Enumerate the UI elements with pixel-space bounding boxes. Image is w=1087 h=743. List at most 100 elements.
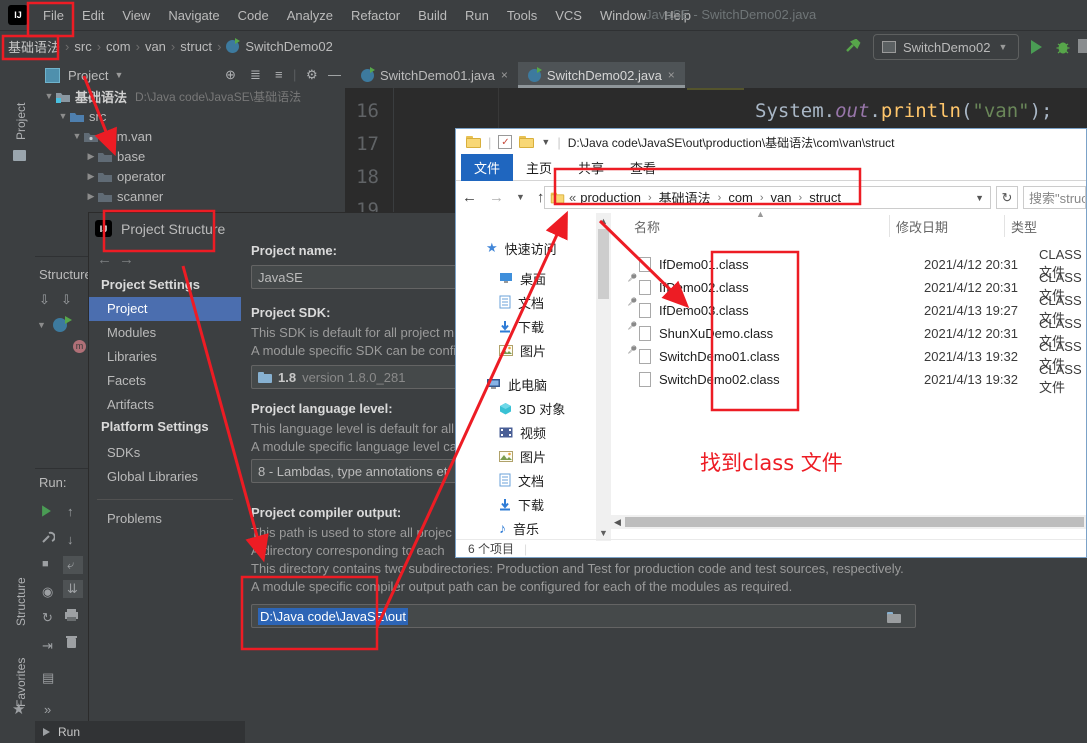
ribbon-tab-view[interactable]: 查看 — [617, 154, 669, 181]
tree-item-scanner[interactable]: ▶ scanner — [35, 186, 345, 206]
tree-item-base[interactable]: ▶ base — [35, 146, 345, 166]
menu-vcs[interactable]: VCS — [546, 8, 591, 23]
menu-file[interactable]: File — [34, 8, 73, 23]
breadcrumb-src[interactable]: src — [74, 39, 91, 54]
address-segment[interactable]: production — [580, 190, 641, 205]
forward-icon[interactable]: → — [119, 251, 134, 268]
scroll-down-icon[interactable]: ▼ — [596, 528, 611, 538]
sidebar-item-videos[interactable]: 视频 — [499, 422, 546, 442]
sidebar-item-pictures-2[interactable]: 图片 — [499, 446, 546, 466]
sidebar-item-music[interactable]: ♪ 音乐 — [499, 518, 539, 538]
screenshot-icon[interactable]: ◉ — [42, 584, 53, 600]
back-icon[interactable]: ← — [97, 251, 112, 268]
tree-item-src[interactable]: ▼ src — [35, 106, 345, 126]
chevron-down-icon[interactable]: ▼ — [57, 111, 69, 121]
sort-alphabetically-icon[interactable]: ⇩ — [61, 292, 72, 308]
ribbon-tab-share[interactable]: 共享 — [565, 154, 617, 181]
tree-item-operator[interactable]: ▶ operator — [35, 166, 345, 186]
menu-navigate[interactable]: Navigate — [159, 8, 228, 23]
print-icon[interactable] — [64, 608, 79, 622]
breadcrumb-com[interactable]: com — [106, 39, 131, 54]
structure-panel-title[interactable]: Structure — [39, 267, 88, 282]
scroll-left-icon[interactable]: ◀ — [614, 517, 621, 528]
chevron-down-icon[interactable]: ▼ — [71, 131, 83, 141]
recent-locations-icon[interactable]: ▼ — [516, 192, 525, 202]
menu-run[interactable]: Run — [456, 8, 498, 23]
nav-item-modules[interactable]: Modules — [89, 321, 241, 345]
wrench-settings-icon[interactable] — [41, 530, 55, 544]
locate-file-icon[interactable]: ⊕ — [225, 67, 236, 83]
exit-icon[interactable]: ⇥ — [42, 638, 53, 654]
forward-icon[interactable]: → — [489, 189, 504, 206]
address-segment[interactable]: van — [771, 190, 792, 205]
address-bar[interactable]: « production › 基础语法 › com › van › struct… — [544, 186, 991, 209]
coverage-icon[interactable] — [1078, 39, 1087, 53]
sort-by-visibility-icon[interactable]: ⇩ — [39, 292, 50, 308]
scrollbar-thumb[interactable] — [598, 229, 609, 299]
file-row[interactable]: IfDemo02.class 2021/4/12 20:31 CLASS 文件 — [639, 270, 1086, 303]
column-header-name[interactable]: 名称 — [634, 217, 660, 236]
breadcrumb-struct[interactable]: struct — [180, 39, 212, 54]
horizontal-scrollbar[interactable]: ◀ — [611, 515, 1086, 529]
address-dropdown-icon[interactable]: ▼ — [975, 193, 984, 203]
tree-item-module-root[interactable]: ▼ 基础语法 D:\Java code\JavaSE\基础语法 — [35, 86, 345, 106]
menu-tools[interactable]: Tools — [498, 8, 546, 23]
nav-item-libraries[interactable]: Libraries — [89, 345, 241, 369]
folder-icon[interactable] — [519, 136, 535, 148]
sidebar-item-documents-2[interactable]: 文档 — [499, 470, 544, 490]
collapse-all-icon[interactable]: ≡ — [275, 67, 283, 82]
editor-tab-switchdemo02[interactable]: SwitchDemo02.java × — [517, 62, 685, 88]
run-button[interactable] — [1031, 40, 1042, 54]
rerun-button[interactable] — [42, 505, 51, 517]
sidebar-item-downloads[interactable]: 下载 📍︎ — [499, 316, 640, 336]
sidebar-item-3d-objects[interactable]: 3D 对象 — [499, 398, 565, 418]
file-row[interactable]: ShunXuDemo.class 2021/4/12 20:31 CLASS 文… — [639, 316, 1086, 349]
debug-bug-icon[interactable] — [1055, 39, 1071, 55]
trash-icon[interactable] — [65, 634, 78, 649]
nav-item-problems[interactable]: Problems — [89, 507, 241, 531]
up-stack-icon[interactable]: ↑ — [67, 504, 74, 519]
column-header-date[interactable]: 修改日期 — [896, 217, 948, 236]
sidebar-item-pictures[interactable]: 图片 📍︎ — [499, 340, 640, 360]
chevron-right-icon[interactable]: ▶ — [85, 151, 97, 162]
column-header-type[interactable]: 类型 — [1011, 217, 1037, 236]
hide-panel-icon[interactable]: — — [328, 67, 341, 82]
breadcrumb-current-file[interactable]: SwitchDemo02 — [245, 39, 332, 54]
stripe-tab-project[interactable]: Project — [14, 103, 28, 140]
menu-edit[interactable]: Edit — [73, 8, 113, 23]
chevron-down-icon[interactable]: ▼ — [37, 320, 46, 330]
address-segment[interactable]: com — [728, 190, 753, 205]
stripe-tab-structure[interactable]: Structure — [14, 577, 28, 626]
favorites-star-icon[interactable]: ★ — [12, 700, 25, 718]
restart-icon[interactable]: ↻ — [42, 610, 53, 626]
ribbon-tab-file[interactable]: 文件 — [461, 154, 514, 181]
close-icon[interactable]: × — [501, 68, 508, 82]
menu-refactor[interactable]: Refactor — [342, 8, 409, 23]
ribbon-tab-home[interactable]: 主页 — [513, 154, 565, 181]
run-tab-label[interactable]: Run — [58, 725, 80, 739]
tree-item-com-van[interactable]: ▼ com.van — [35, 126, 345, 146]
refresh-icon[interactable]: ↻ — [996, 186, 1018, 209]
menu-view[interactable]: View — [113, 8, 159, 23]
chevron-right-icon[interactable]: ▶ — [85, 191, 97, 202]
address-segment[interactable]: struct — [809, 190, 841, 205]
menu-code[interactable]: Code — [229, 8, 278, 23]
sidebar-scrollbar[interactable]: ▲ ▼ — [596, 213, 611, 541]
file-row[interactable]: IfDemo01.class 2021/4/12 20:31 CLASS 文件 — [639, 247, 1086, 280]
sidebar-item-downloads-2[interactable]: 下载 — [499, 494, 544, 514]
menu-build[interactable]: Build — [409, 8, 456, 23]
breadcrumb-module[interactable]: 基础语法 — [8, 37, 60, 56]
compiler-output-input[interactable]: D:\Java code\JavaSE\out — [251, 604, 916, 628]
gear-icon[interactable]: ⚙ — [306, 67, 318, 83]
file-row[interactable]: IfDemo03.class 2021/4/13 19:27 CLASS 文件 — [639, 293, 1086, 326]
close-icon[interactable]: × — [668, 68, 675, 82]
chevron-down-icon[interactable]: ▼ — [43, 91, 55, 101]
down-stack-icon[interactable]: ↓ — [67, 532, 74, 547]
file-row[interactable]: SwitchDemo01.class 2021/4/13 19:32 CLASS… — [639, 339, 1086, 372]
nav-item-sdks[interactable]: SDKs — [89, 441, 241, 465]
project-panel-title[interactable]: Project — [68, 68, 108, 83]
sidebar-item-this-pc[interactable]: 此电脑 — [486, 374, 547, 394]
search-input[interactable]: 搜索"struct" — [1023, 186, 1086, 209]
sidebar-item-documents[interactable]: 文档 📍︎ — [499, 292, 640, 312]
back-icon[interactable]: ← — [462, 189, 477, 206]
